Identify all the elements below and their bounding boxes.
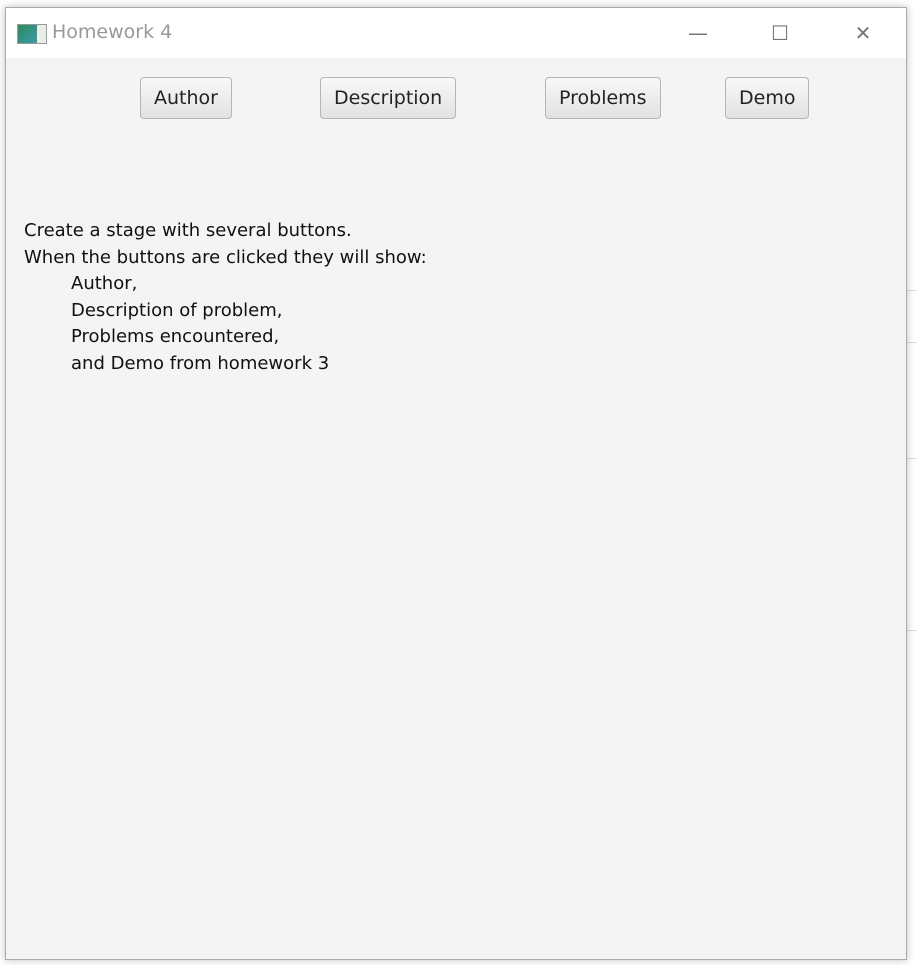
list-item: Author, — [71, 273, 138, 294]
window-title: Homework 4 — [52, 21, 173, 43]
problems-button[interactable]: Problems — [545, 77, 661, 119]
text-line: When the buttons are clicked they will s… — [24, 246, 427, 268]
close-icon[interactable]: ✕ — [843, 18, 883, 48]
content-text: Create a stage with several buttons. Whe… — [24, 218, 427, 377]
app-window: Homework 4 — ☐ ✕ Author Description Prob… — [5, 7, 907, 960]
minimize-icon[interactable]: — — [678, 18, 718, 48]
maximize-icon[interactable]: ☐ — [760, 18, 800, 48]
app-icon — [17, 24, 47, 44]
demo-button[interactable]: Demo — [725, 77, 810, 119]
description-button[interactable]: Description — [320, 77, 457, 119]
author-button[interactable]: Author — [140, 77, 232, 119]
list-item: and Demo from homework 3 — [71, 352, 330, 374]
title-bar[interactable]: Homework 4 — ☐ ✕ — [6, 8, 906, 58]
text-line: Create a stage with several buttons. — [24, 220, 352, 241]
list-item: Problems encountered, — [71, 326, 280, 347]
list-item: Description of problem, — [71, 299, 283, 321]
